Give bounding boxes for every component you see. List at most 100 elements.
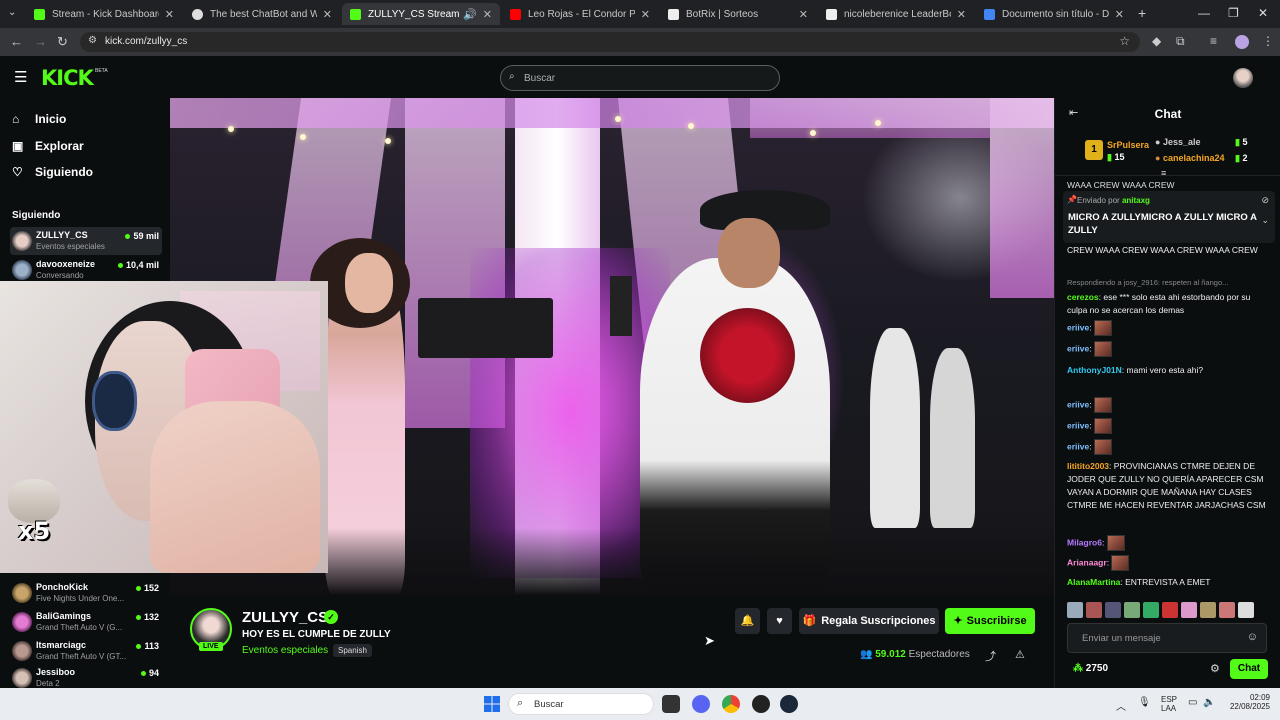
- close-tab-icon[interactable]: ✕: [641, 8, 650, 21]
- quick-emote-icon[interactable]: [1067, 602, 1083, 618]
- chat-emote-icon[interactable]: [1111, 555, 1130, 571]
- taskbar-search-input[interactable]: ⌕ Buscar: [508, 693, 654, 715]
- chat-username[interactable]: Milagro6: [1067, 537, 1102, 547]
- chrome-icon[interactable]: [722, 695, 740, 713]
- sidebar-item-siguiendo[interactable]: ♡ Siguiendo: [12, 165, 93, 179]
- expand-leaderboard-icon[interactable]: ≡: [1161, 168, 1166, 178]
- browser-tab-4[interactable]: Leo Rojas - El Condor Pasa (Vid ✕: [502, 3, 658, 25]
- browser-tab-6[interactable]: nicoleberenice LeaderBoard | Ti ✕: [818, 3, 974, 25]
- quick-emote-icon[interactable]: [1162, 602, 1178, 618]
- chat-emote-icon[interactable]: [1093, 397, 1112, 413]
- quick-emote-icon[interactable]: [1124, 602, 1140, 618]
- sidebar-channel-baligamings[interactable]: BaliGamings Grand Theft Auto V (G... 132: [10, 608, 162, 636]
- bookmark-star-icon[interactable]: ☆: [1119, 34, 1130, 48]
- restore-icon[interactable]: ❐: [1228, 6, 1239, 20]
- close-window-icon[interactable]: ✕: [1258, 6, 1268, 20]
- discord-icon[interactable]: [692, 695, 710, 713]
- chat-username[interactable]: eriive: [1067, 322, 1089, 332]
- gift-subs-button[interactable]: 🎁 Regala Suscripciones: [799, 608, 939, 634]
- browser-tab-2[interactable]: The best ChatBot and Widgets ✕: [184, 3, 340, 25]
- user-avatar[interactable]: [1233, 68, 1253, 88]
- language-indicator[interactable]: ESP LAA: [1161, 695, 1177, 713]
- close-tab-icon[interactable]: ✕: [323, 8, 332, 21]
- extension-diamond-icon[interactable]: ◆: [1152, 34, 1161, 48]
- steam-icon[interactable]: [780, 695, 798, 713]
- kick-logo[interactable]: KICK: [41, 66, 94, 90]
- minimize-icon[interactable]: —: [1198, 6, 1210, 20]
- send-chat-button[interactable]: Chat: [1230, 659, 1268, 679]
- sidebar-item-inicio[interactable]: ⌂ Inicio: [12, 112, 66, 126]
- chat-settings-gear-icon[interactable]: ⚙: [1210, 662, 1220, 675]
- chat-emote-icon[interactable]: [1093, 439, 1112, 455]
- subscribe-button[interactable]: ✦ Suscribirse: [945, 608, 1035, 634]
- sidebar-channel-itsmarciagc[interactable]: Itsmarciagc Grand Theft Auto V (GT... 11…: [10, 637, 162, 665]
- chat-username[interactable]: eriive: [1067, 420, 1089, 430]
- chat-emote-icon[interactable]: [1093, 320, 1112, 336]
- volume-icon[interactable]: 🔈: [1203, 697, 1215, 708]
- file-explorer-icon[interactable]: [662, 695, 680, 713]
- language-tag[interactable]: Spanish: [333, 644, 372, 657]
- browser-tab-3[interactable]: ZULLYY_CS Stream - Watch 🔊 ✕: [342, 3, 500, 25]
- leaderboard-user-2[interactable]: ● Jess_ale: [1155, 137, 1201, 147]
- microphone-icon[interactable]: 🎙: [1138, 697, 1151, 708]
- close-tab-icon[interactable]: ✕: [1115, 8, 1124, 21]
- share-icon[interactable]: ⤴: [985, 648, 996, 664]
- chat-username[interactable]: lititito2003: [1067, 461, 1109, 471]
- quick-emote-icon[interactable]: [1143, 602, 1159, 618]
- clock[interactable]: 02:09 22/08/2025: [1222, 693, 1270, 711]
- reading-list-icon[interactable]: ≡: [1210, 34, 1217, 48]
- browser-menu-icon[interactable]: ⋮: [1262, 34, 1274, 48]
- sidebar-channel-jessiboo[interactable]: Jessiboo Deta 2 94: [10, 664, 162, 688]
- report-warning-icon[interactable]: ⚠: [1015, 648, 1025, 661]
- streamer-name[interactable]: ZULLYY_CS: [242, 609, 328, 626]
- omnibox[interactable]: ⚙ kick.com/zullyy_cs ☆: [80, 32, 1140, 52]
- close-tab-icon[interactable]: ✕: [799, 8, 808, 21]
- chat-username[interactable]: Arianaagr: [1067, 557, 1107, 567]
- pinned-message[interactable]: 📌 Enviado por anitaxg ⊘ MICRO A ZULLYMIC…: [1063, 191, 1275, 243]
- chat-username[interactable]: eriive: [1067, 399, 1089, 409]
- back-icon[interactable]: ←: [10, 34, 23, 49]
- chat-emote-icon[interactable]: [1106, 535, 1125, 551]
- chat-username[interactable]: eriive: [1067, 343, 1089, 353]
- reload-icon[interactable]: ↻: [57, 34, 68, 50]
- tray-chevron-up-icon[interactable]: ︿: [1116, 698, 1126, 713]
- quick-emote-icon[interactable]: [1219, 602, 1235, 618]
- site-info-icon[interactable]: ⚙: [88, 35, 97, 46]
- forward-icon[interactable]: →: [34, 34, 47, 49]
- browser-tab-1[interactable]: Stream - Kick Dashboard ✕: [26, 3, 182, 25]
- quick-emote-icon[interactable]: [1086, 602, 1102, 618]
- close-tab-icon[interactable]: ✕: [483, 8, 492, 21]
- sidebar-item-explorar[interactable]: ▣ Explorar: [12, 139, 84, 153]
- sidebar-channel-ponchokick[interactable]: PonchoKick Five Nights Under One... 152: [10, 579, 162, 607]
- chat-username[interactable]: eriive: [1067, 441, 1089, 451]
- chat-emote-icon[interactable]: [1093, 418, 1112, 434]
- close-tab-icon[interactable]: ✕: [165, 8, 174, 21]
- chat-username[interactable]: AnthonyJ01N: [1067, 365, 1122, 375]
- profile-avatar[interactable]: [1235, 35, 1249, 49]
- leaderboard-user-1[interactable]: SrPulsera: [1107, 140, 1149, 150]
- quick-emote-icon[interactable]: [1238, 602, 1254, 618]
- stream-category-link[interactable]: Eventos especiales: [242, 645, 328, 656]
- chat-username[interactable]: AlanaMartina: [1067, 577, 1120, 587]
- search-input[interactable]: ⌕ Buscar: [500, 65, 780, 91]
- chat-username[interactable]: cerezos: [1067, 292, 1099, 302]
- sidebar-channel-zullyy-cs[interactable]: ZULLYY_CS Eventos especiales 59 mil: [10, 227, 162, 255]
- browser-tab-7[interactable]: Documento sin título - Docum ✕: [976, 3, 1132, 25]
- chevron-down-icon[interactable]: ⌄: [1261, 215, 1269, 226]
- windows-start-icon[interactable]: [484, 696, 500, 712]
- quick-emote-icon[interactable]: [1181, 602, 1197, 618]
- obs-icon[interactable]: [752, 695, 770, 713]
- pinned-by-user[interactable]: anitaxg: [1122, 196, 1150, 205]
- quick-emote-icon[interactable]: [1200, 602, 1216, 618]
- browser-tab-5[interactable]: BotRix | Sorteos ✕: [660, 3, 816, 25]
- follow-heart-button[interactable]: ♥: [767, 608, 792, 634]
- speaker-icon[interactable]: 🔊: [463, 8, 477, 21]
- close-tab-icon[interactable]: ✕: [957, 8, 966, 21]
- extensions-puzzle-icon[interactable]: ⧉: [1176, 34, 1185, 49]
- hamburger-menu-icon[interactable]: ☰: [14, 68, 27, 86]
- new-tab-button[interactable]: +: [1138, 5, 1146, 21]
- chat-message-input[interactable]: Enviar un mensaje ☺: [1067, 623, 1267, 653]
- chat-emote-icon[interactable]: [1093, 341, 1112, 357]
- channel-points[interactable]: ⁂ 2750: [1073, 663, 1108, 674]
- notification-bell-button[interactable]: 🔔: [735, 608, 760, 634]
